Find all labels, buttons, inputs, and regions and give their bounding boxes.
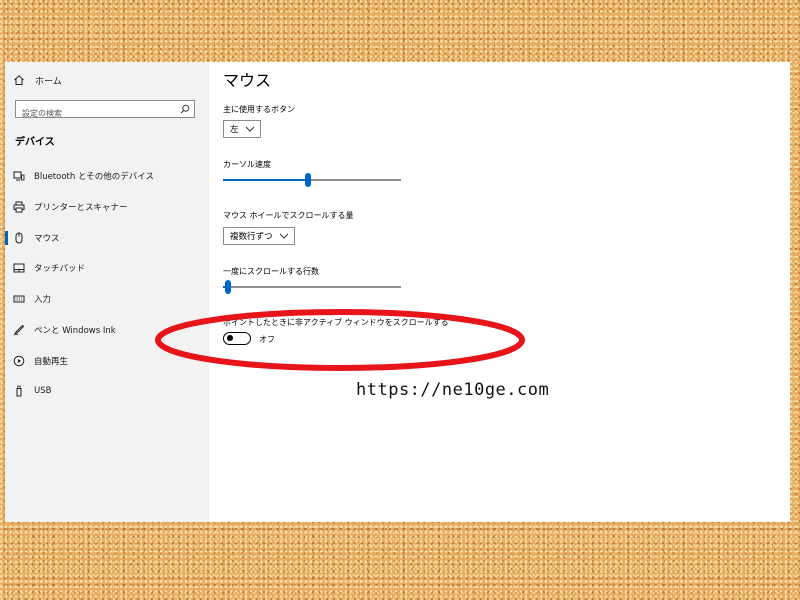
keyboard-icon <box>13 293 25 305</box>
autoplay-icon <box>13 355 25 367</box>
main-content: マウス 主に使用するボタン 左 カーソル速度 マウス ホイールでスクロールする量… <box>209 62 790 522</box>
page-title: マウス <box>223 71 272 90</box>
sidebar-item-autoplay[interactable]: 自動再生 <box>5 350 209 372</box>
slider-thumb[interactable] <box>305 173 312 187</box>
toggle-knob <box>227 335 233 341</box>
sidebar-item-touchpad[interactable]: タッチパッド <box>5 257 209 279</box>
sidebar-item-home[interactable]: ホーム <box>13 70 62 90</box>
home-label: ホーム <box>35 76 62 87</box>
search-box[interactable] <box>15 100 195 122</box>
search-icon[interactable] <box>180 104 190 114</box>
sidebar-item-label: 入力 <box>34 295 52 305</box>
slider-track <box>223 286 401 288</box>
inactive-scroll-toggle[interactable] <box>223 332 251 345</box>
chevron-down-icon <box>279 233 288 239</box>
search-input[interactable] <box>16 105 172 122</box>
pen-icon <box>13 324 25 336</box>
home-icon <box>13 74 25 86</box>
primary-button-value: 左 <box>230 125 239 135</box>
sidebar-item-label: マウス <box>34 234 60 244</box>
printer-icon <box>13 201 25 213</box>
wheel-scroll-label: マウス ホイールでスクロールする量 <box>223 211 354 220</box>
slider-fill <box>223 179 309 181</box>
sidebar-item-usb[interactable]: USB <box>5 380 209 402</box>
sidebar-item-pen[interactable]: ペンと Windows Ink <box>5 319 209 341</box>
sidebar: ホーム デバイス Bluetooth とその他のデバイス プリンターとスキャナー… <box>5 62 209 522</box>
sidebar-item-label: タッチパッド <box>34 264 86 274</box>
mouse-icon <box>13 232 25 244</box>
devices-icon <box>13 170 25 182</box>
wheel-scroll-dropdown[interactable]: 複数行ずつ <box>223 227 295 245</box>
sidebar-item-label: Bluetooth とその他のデバイス <box>34 172 154 182</box>
watermark-url: https://ne10ge.com <box>356 380 550 400</box>
touchpad-icon <box>13 262 25 274</box>
sidebar-item-label: プリンターとスキャナー <box>34 203 128 213</box>
sidebar-item-printers[interactable]: プリンターとスキャナー <box>5 196 209 218</box>
active-indicator <box>5 231 8 245</box>
sidebar-item-label: ペンと Windows Ink <box>34 326 116 336</box>
inactive-scroll-state: オフ <box>259 335 275 344</box>
sidebar-item-mouse[interactable]: マウス <box>5 227 209 249</box>
wheel-scroll-value: 複数行ずつ <box>230 232 273 242</box>
sidebar-item-label: 自動再生 <box>34 357 69 367</box>
section-title: デバイス <box>15 137 55 148</box>
primary-button-label: 主に使用するボタン <box>223 105 295 114</box>
slider-thumb[interactable] <box>225 280 232 294</box>
sidebar-item-label: USB <box>34 386 52 396</box>
inactive-scroll-label: ポイントしたときに非アクティブ ウィンドウをスクロールする <box>223 318 449 327</box>
primary-button-dropdown[interactable]: 左 <box>223 120 261 138</box>
cursor-speed-label: カーソル速度 <box>223 160 271 169</box>
cursor-speed-slider[interactable] <box>223 173 401 187</box>
usb-icon <box>13 385 25 397</box>
sidebar-item-bluetooth[interactable]: Bluetooth とその他のデバイス <box>5 165 209 187</box>
sidebar-item-input[interactable]: 入力 <box>5 288 209 310</box>
lines-per-scroll-slider[interactable] <box>223 280 401 294</box>
chevron-down-icon <box>245 126 254 132</box>
lines-per-scroll-label: 一度にスクロールする行数 <box>223 267 319 276</box>
settings-window: ホーム デバイス Bluetooth とその他のデバイス プリンターとスキャナー… <box>5 62 790 522</box>
